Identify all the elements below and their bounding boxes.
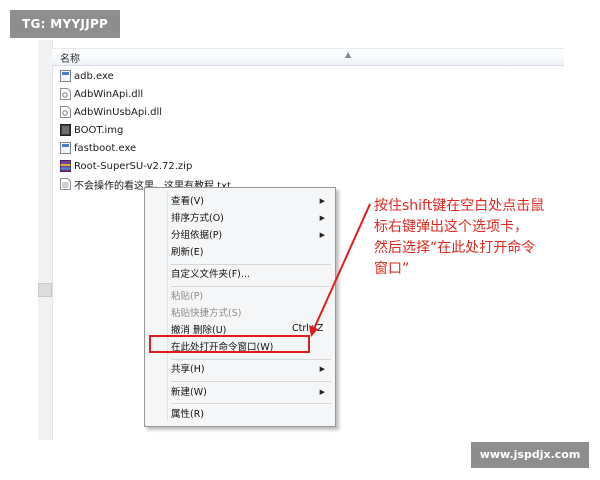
annotation-line-1: 按住shift键在空白处点击鼠 <box>374 198 545 214</box>
annotation-line-2: 标右键弹出这个选项卡， <box>374 219 528 235</box>
site-watermark: www.jspdjx.com <box>471 442 589 468</box>
tg-watermark-badge: TG: MYYJJPP <box>10 10 120 38</box>
instruction-annotation: 按住shift键在空白处点击鼠 标右键弹出这个选项卡， 然后选择“在此处打开命令… <box>374 196 574 280</box>
annotation-line-4: 窗口” <box>374 261 410 277</box>
annotation-line-3: 然后选择“在此处打开命令 <box>374 240 536 256</box>
